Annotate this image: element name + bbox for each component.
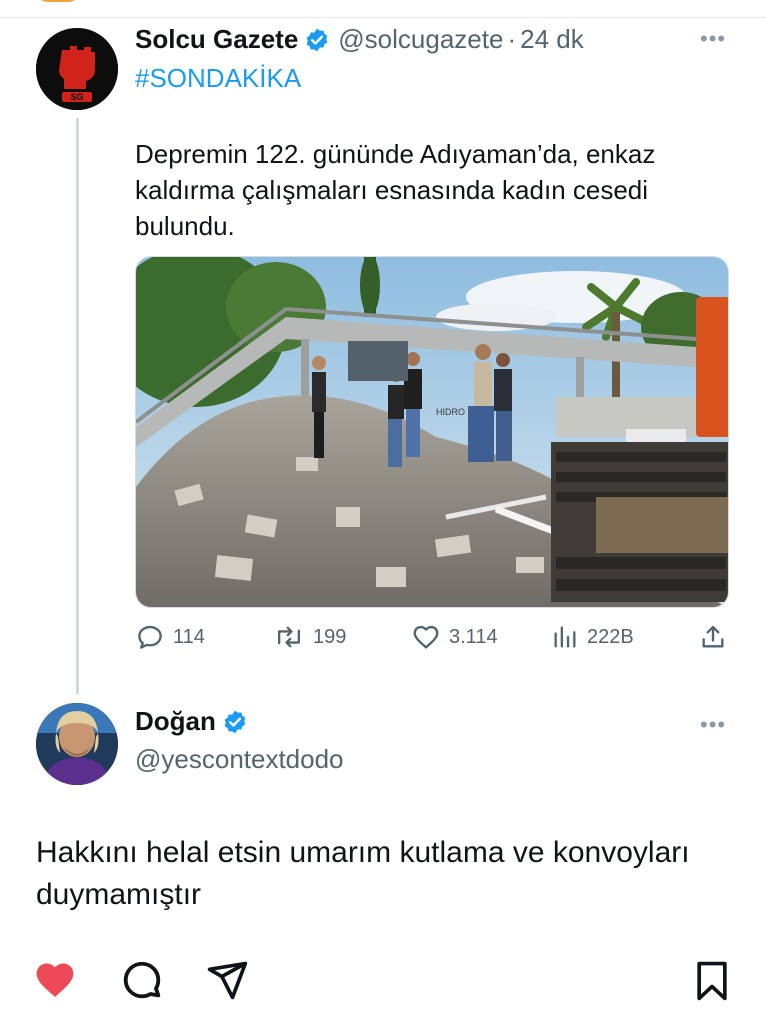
views-button[interactable]: 222B (551, 622, 634, 652)
views-bar-icon (554, 626, 576, 648)
comment-icon (138, 625, 162, 649)
more-dots-icon[interactable]: ••• (700, 714, 726, 736)
top-divider (0, 17, 766, 18)
fist-logo-icon: SG (36, 28, 118, 110)
retweet-icon (277, 626, 301, 648)
send-icon[interactable] (204, 958, 250, 1007)
dot-separator: · (507, 24, 517, 54)
reply-button[interactable]: 114 (135, 622, 205, 652)
tweet-actions: 114 199 3.114 222B (135, 622, 729, 656)
tweet-header: Solcu Gazete @solcugazete · 24 dk (135, 24, 584, 55)
more-dots-icon[interactable]: ••• (700, 28, 726, 50)
share-icon (702, 625, 724, 648)
thread-connector-line (76, 118, 79, 694)
post-action-bar (0, 950, 766, 1010)
earthquake-rubble-photo: HIDRO (136, 257, 728, 607)
author-name[interactable]: Solcu Gazete (135, 24, 298, 55)
tweet-time[interactable]: 24 dk (520, 24, 584, 55)
author-handle[interactable]: @solcugazete (338, 24, 503, 55)
verified-badge-icon (224, 710, 246, 733)
like-button[interactable]: 3.114 (411, 622, 498, 652)
tweet-text: Depremin 122. gününde Adıyaman’da, enkaz… (135, 139, 656, 241)
tweet-photo[interactable]: HIDRO (135, 256, 729, 608)
reply-author-name[interactable]: Doğan (135, 706, 216, 737)
previous-post-avatar-edge (36, 0, 80, 2)
reply-author-handle[interactable]: @yescontextdodo (135, 744, 344, 775)
reply-text: Hakkını helal etsin umarım kutlama ve ko… (36, 836, 690, 911)
svg-text:SG: SG (70, 92, 83, 102)
verified-badge-icon (306, 28, 328, 51)
svg-text:HIDRO: HIDRO (436, 407, 465, 417)
bookmark-icon[interactable] (690, 958, 734, 1009)
views-count: 222B (587, 625, 634, 648)
reply-header: Doğan (135, 706, 248, 737)
retweet-button[interactable]: 199 (273, 622, 346, 652)
avatar[interactable]: SG (36, 28, 118, 110)
heart-filled-icon[interactable] (32, 958, 78, 1007)
heart-icon (413, 625, 439, 649)
hashtag-link[interactable]: #SONDAKİKA (135, 63, 301, 94)
share-button[interactable] (699, 622, 727, 652)
avatar[interactable] (36, 703, 118, 785)
like-count: 3.114 (449, 625, 498, 648)
retweet-count: 199 (313, 625, 347, 648)
reply-count: 114 (173, 625, 205, 648)
comment-bubble-icon[interactable] (118, 958, 166, 1009)
user-photo-icon (36, 703, 118, 785)
